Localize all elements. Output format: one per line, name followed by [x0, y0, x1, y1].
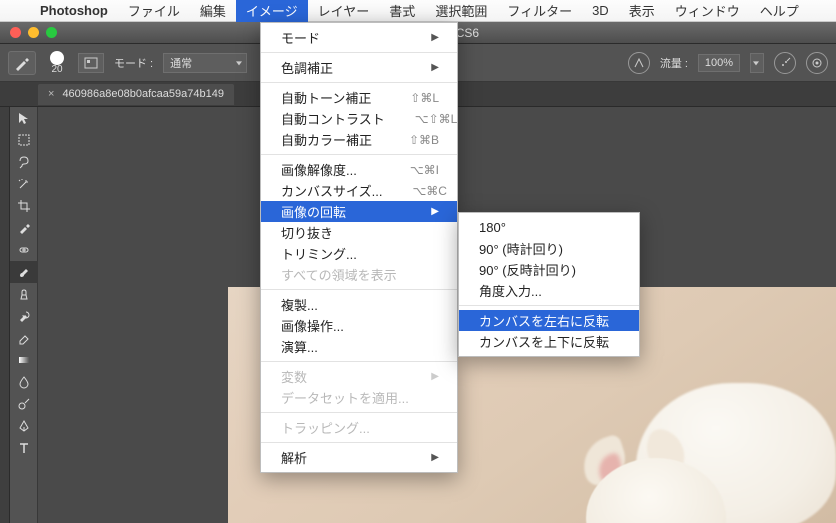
submenu-arrow-icon: ▶ — [431, 62, 439, 73]
menu-filter[interactable]: フィルター — [497, 0, 582, 22]
dodge-tool[interactable] — [10, 393, 38, 415]
menu-item-auto-contrast[interactable]: 自動コントラスト⌥⇧⌘L — [261, 108, 457, 129]
tablet-pressure-icon[interactable] — [806, 52, 828, 74]
marquee-tool[interactable] — [10, 129, 38, 151]
menu-help[interactable]: ヘルプ — [750, 0, 809, 22]
history-brush-tool[interactable] — [10, 305, 38, 327]
menu-view[interactable]: 表示 — [619, 0, 665, 22]
submenu-item-flip-vertical[interactable]: カンバスを上下に反転 — [459, 331, 639, 352]
submenu-item-90cw[interactable]: 90° (時計回り) — [459, 238, 639, 259]
submenu-item-arbitrary[interactable]: 角度入力... — [459, 280, 639, 301]
airbrush-toggle-icon[interactable] — [774, 52, 796, 74]
menu-item-duplicate[interactable]: 複製... — [261, 294, 457, 315]
close-document-icon[interactable]: × — [48, 88, 54, 100]
menu-item-apply-dataset: データセットを適用... — [261, 387, 457, 408]
blend-mode-select[interactable]: 通常 — [163, 53, 247, 73]
menu-image[interactable]: イメージ — [236, 0, 308, 22]
mode-label: モード : — [114, 55, 153, 71]
menu-item-image-size[interactable]: 画像解像度...⌥⌘I — [261, 159, 457, 180]
menu-item-mode[interactable]: モード▶ — [261, 27, 457, 48]
crop-tool[interactable] — [10, 195, 38, 217]
lasso-tool[interactable] — [10, 151, 38, 173]
mac-menubar: Photoshop ファイル 編集 イメージ レイヤー 書式 選択範囲 フィルタ… — [0, 0, 836, 22]
menu-item-variables: 変数▶ — [261, 366, 457, 387]
flow-dropdown[interactable] — [750, 53, 764, 73]
blur-tool[interactable] — [10, 371, 38, 393]
healing-brush-tool[interactable] — [10, 239, 38, 261]
minimize-window-button[interactable] — [28, 27, 39, 38]
menu-item-reveal-all: すべての領域を表示 — [261, 264, 457, 285]
clone-stamp-tool[interactable] — [10, 283, 38, 305]
menu-item-image-rotation[interactable]: 画像の回転▶ — [261, 201, 457, 222]
brush-tool[interactable] — [10, 261, 38, 283]
image-menu-dropdown: モード▶ 色調補正▶ 自動トーン補正⇧⌘L 自動コントラスト⌥⇧⌘L 自動カラー… — [260, 22, 458, 473]
toolbox — [10, 107, 38, 523]
menu-3d[interactable]: 3D — [582, 0, 619, 22]
panel-dock-left[interactable] — [0, 107, 10, 523]
submenu-arrow-icon: ▶ — [431, 206, 439, 217]
menu-window[interactable]: ウィンドウ — [665, 0, 750, 22]
move-tool[interactable] — [10, 107, 38, 129]
magic-wand-tool[interactable] — [10, 173, 38, 195]
menu-select[interactable]: 選択範囲 — [425, 0, 497, 22]
image-rotation-submenu: 180° 90° (時計回り) 90° (反時計回り) 角度入力... カンバス… — [458, 212, 640, 357]
menu-item-adjustments[interactable]: 色調補正▶ — [261, 57, 457, 78]
menu-item-trap: トラッピング... — [261, 417, 457, 438]
submenu-arrow-icon: ▶ — [431, 452, 439, 463]
eraser-tool[interactable] — [10, 327, 38, 349]
gradient-tool[interactable] — [10, 349, 38, 371]
menu-item-analysis[interactable]: 解析▶ — [261, 447, 457, 468]
type-tool[interactable] — [10, 437, 38, 459]
flow-label: 流量 : — [660, 55, 688, 71]
zoom-window-button[interactable] — [46, 27, 57, 38]
submenu-arrow-icon: ▶ — [431, 32, 439, 43]
menu-item-auto-color[interactable]: 自動カラー補正⇧⌘B — [261, 129, 457, 150]
brush-size-value[interactable]: 20 — [46, 65, 68, 75]
menu-item-trim[interactable]: トリミング... — [261, 243, 457, 264]
airbrush-icon[interactable] — [628, 52, 650, 74]
menu-file[interactable]: ファイル — [118, 0, 190, 22]
menu-item-calculations[interactable]: 演算... — [261, 336, 457, 357]
menu-edit[interactable]: 編集 — [190, 0, 236, 22]
menu-item-canvas-size[interactable]: カンバスサイズ...⌥⌘C — [261, 180, 457, 201]
close-window-button[interactable] — [10, 27, 21, 38]
current-tool-preset[interactable] — [8, 51, 36, 75]
submenu-arrow-icon: ▶ — [431, 371, 439, 382]
brush-preview-icon[interactable] — [50, 51, 64, 65]
menu-item-auto-tone[interactable]: 自動トーン補正⇧⌘L — [261, 87, 457, 108]
blend-mode-value: 通常 — [170, 55, 192, 71]
submenu-item-90ccw[interactable]: 90° (反時計回り) — [459, 259, 639, 280]
menu-layer[interactable]: レイヤー — [308, 0, 380, 22]
menu-item-apply-image[interactable]: 画像操作... — [261, 315, 457, 336]
submenu-item-flip-horizontal[interactable]: カンバスを左右に反転 — [459, 310, 639, 331]
document-tab[interactable]: × 460986a8e08b0afcaa59a74b149 — [38, 84, 234, 105]
menu-type[interactable]: 書式 — [379, 0, 425, 22]
menu-item-crop[interactable]: 切り抜き — [261, 222, 457, 243]
eyedropper-tool[interactable] — [10, 217, 38, 239]
submenu-item-180[interactable]: 180° — [459, 217, 639, 238]
document-tab-label: 460986a8e08b0afcaa59a74b149 — [62, 88, 224, 100]
brush-panel-toggle[interactable] — [78, 53, 104, 73]
pen-tool[interactable] — [10, 415, 38, 437]
flow-value[interactable]: 100% — [698, 54, 740, 72]
menu-app[interactable]: Photoshop — [30, 0, 118, 22]
